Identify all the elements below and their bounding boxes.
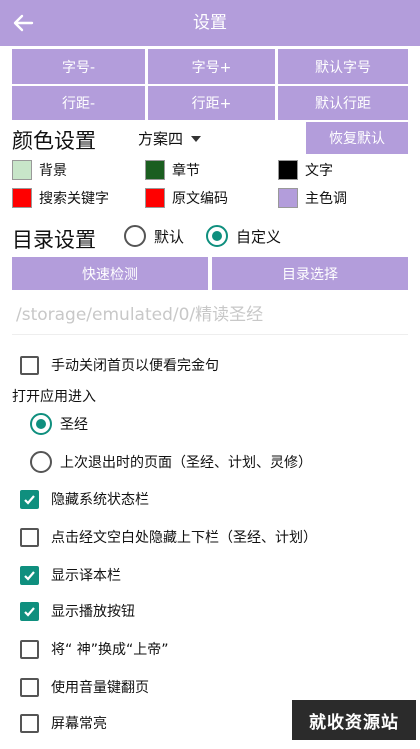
swatch-label: 章节 [172,163,200,179]
radio-label: 圣经 [60,417,88,433]
swatch-original-code[interactable]: 原文编码 [145,188,228,208]
checkbox-icon [20,489,39,509]
swatch-label: 原文编码 [172,191,228,207]
dropdown-arrow-icon [191,135,202,142]
font-default-button[interactable]: 默认字号 [278,49,408,84]
checkbox-hide-status-bar[interactable]: 隐藏系统状态栏 [20,489,149,509]
checkbox-icon [20,677,39,697]
dir-radio-custom[interactable]: 自定义 [206,225,281,247]
checkbox-tap-hide-bars[interactable]: 点击经文空白处隐藏上下栏（圣经、计划） [20,527,317,547]
checkbox-icon [20,713,39,733]
font-increase-button[interactable]: 字号+ [148,49,275,84]
checkbox-icon [20,565,39,585]
scheme-dropdown[interactable]: 方案四 [138,128,202,149]
color-swatch [12,160,32,180]
open-radio-last-page[interactable]: 上次退出时的页面（圣经、计划、灵修） [30,451,312,473]
checkbox-label: 手动关闭首页以便看完金句 [51,358,219,374]
spacing-default-button[interactable]: 默认行距 [278,86,408,120]
color-swatch [145,188,165,208]
checkbox-label: 使用音量键翻页 [51,680,149,696]
swatch-label: 搜索关键字 [39,191,109,207]
checkbox-label: 将“ 神”换成“上帝” [51,642,169,658]
open-app-label: 打开应用进入 [12,389,96,405]
dir-radio-default[interactable]: 默认 [124,225,184,247]
swatch-background[interactable]: 背景 [12,160,67,180]
checkbox-manual-close[interactable]: 手动关闭首页以便看完金句 [20,355,219,375]
radio-label: 默认 [154,227,185,246]
swatch-search-keyword[interactable]: 搜索关键字 [12,188,109,208]
swatch-primary[interactable]: 主色调 [278,188,347,208]
app-bar: 设置 [0,0,420,46]
checkbox-label: 显示译本栏 [51,568,121,584]
swatch-label: 背景 [39,163,67,179]
radio-label: 自定义 [236,227,282,246]
dir-path-field[interactable]: /storage/emulated/0/精读圣经 [16,300,263,325]
spacing-decrease-button[interactable]: 行距- [12,86,145,120]
font-decrease-button[interactable]: 字号- [12,49,145,84]
swatch-label: 主色调 [305,191,347,207]
radio-icon [124,225,146,247]
color-swatch [278,160,298,180]
swatch-chapter[interactable]: 章节 [145,160,200,180]
reset-default-button[interactable]: 恢复默认 [306,122,408,154]
scheme-value: 方案四 [138,130,184,148]
checkbox-label: 屏幕常亮 [51,716,107,732]
open-radio-bible[interactable]: 圣经 [30,413,88,435]
checkbox-replace-god[interactable]: 将“ 神”换成“上帝” [20,639,168,659]
checkbox-icon [20,527,39,547]
spacing-increase-button[interactable]: 行距+ [148,86,275,120]
radio-icon [30,413,52,435]
radio-label: 上次退出时的页面（圣经、计划、灵修） [60,455,312,471]
divider [12,334,408,335]
radio-icon [206,225,228,247]
checkbox-icon [20,639,39,659]
checkbox-show-play-button[interactable]: 显示播放按钮 [20,601,135,621]
checkbox-icon [20,355,39,375]
dir-select-button[interactable]: 目录选择 [212,257,408,290]
checkbox-label: 点击经文空白处隐藏上下栏（圣经、计划） [51,530,317,546]
color-swatch [12,188,32,208]
dir-settings-heading: 目录设置 [12,228,96,252]
page-title: 设置 [193,13,227,33]
swatch-text[interactable]: 文字 [278,160,333,180]
watermark: 就收资源站 [292,700,416,740]
checkbox-show-version-bar[interactable]: 显示译本栏 [20,565,121,585]
checkbox-label: 显示播放按钮 [51,604,135,620]
radio-icon [30,451,52,473]
swatch-label: 文字 [305,163,333,179]
color-swatch [145,160,165,180]
checkbox-label: 隐藏系统状态栏 [51,492,149,508]
quick-detect-button[interactable]: 快速检测 [12,257,208,290]
color-swatch [278,188,298,208]
checkbox-volume-page[interactable]: 使用音量键翻页 [20,677,149,697]
checkbox-screen-on[interactable]: 屏幕常亮 [20,713,107,733]
checkbox-icon [20,601,39,621]
color-settings-heading: 颜色设置 [12,129,96,153]
